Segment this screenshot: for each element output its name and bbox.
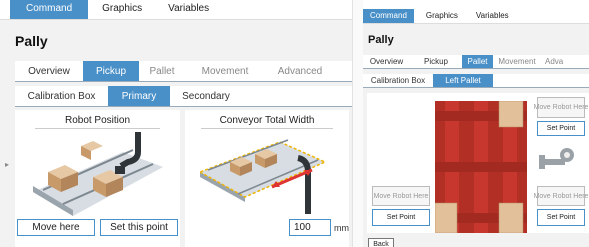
tab-variables[interactable]: Variables	[470, 9, 515, 23]
robot-position-card: Robot Position Move here Set this point	[15, 110, 180, 247]
card-divider	[201, 128, 333, 129]
set-point-button-bottom-left[interactable]: Set Point	[372, 209, 430, 226]
move-robot-here-button-bottom-left[interactable]: Move Robot Here	[372, 186, 430, 206]
robot-picking-illustration	[33, 132, 163, 216]
conveyor-width-card: Conveyor Total Width 100 mm	[185, 110, 349, 247]
sub-tab-bar: Calibration Box Primary Secondary	[15, 86, 352, 107]
tab-secondary[interactable]: Secondary	[170, 86, 242, 106]
panel-divider	[352, 0, 363, 247]
conveyor-width-input[interactable]: 100	[289, 219, 331, 236]
conveyor-illustration	[200, 139, 327, 214]
set-point-button-top-right[interactable]: Set Point	[537, 121, 585, 136]
tab-left-pallet[interactable]: Left Pallet	[433, 74, 493, 87]
top-tab-bar: Command Graphics Variables	[0, 0, 352, 20]
card-divider	[35, 128, 160, 129]
move-robot-here-button-top-right[interactable]: Move Robot Here	[534, 97, 588, 118]
sub-tab-bar: Calibration Box Left Pallet	[363, 74, 589, 88]
tab-primary[interactable]: Primary	[108, 86, 170, 106]
tab-pallet[interactable]: Pallet	[139, 61, 185, 81]
top-tab-bar: Command Graphics Variables	[363, 0, 589, 24]
left-panel: Command Graphics Variables Pally Overvie…	[0, 0, 352, 247]
tab-overview[interactable]: Overview	[363, 55, 410, 68]
tab-command[interactable]: Command	[363, 9, 414, 23]
set-this-point-button[interactable]: Set this point	[100, 219, 178, 236]
robot-arm-icon	[539, 148, 574, 169]
tab-variables[interactable]: Variables	[156, 0, 221, 19]
move-robot-here-button-bottom-right[interactable]: Move Robot Here	[534, 186, 588, 206]
tab-pickup[interactable]: Pickup	[410, 55, 462, 68]
back-button[interactable]: Back	[368, 238, 394, 247]
page-title: Pally	[15, 33, 48, 49]
pallet-illustration	[435, 101, 527, 233]
tab-advanced[interactable]: Adva	[541, 55, 571, 68]
tab-calibration-box[interactable]: Calibration Box	[363, 74, 433, 87]
pallet-card: Move Robot Here Set Point Move Robot Her…	[367, 93, 589, 233]
tab-movement[interactable]: Movement	[185, 61, 265, 81]
unit-label: mm	[334, 223, 349, 233]
right-panel: Command Graphics Variables Pally Overvie…	[363, 0, 589, 247]
main-tab-bar: Overview Pickup Pallet Movement Adva	[363, 55, 589, 69]
page-title: Pally	[368, 34, 394, 46]
set-point-button-bottom-right[interactable]: Set Point	[537, 209, 585, 226]
tab-pallet[interactable]: Pallet	[462, 55, 493, 68]
tab-advanced[interactable]: Advanced	[265, 61, 335, 81]
tab-overview[interactable]: Overview	[15, 61, 83, 81]
collapse-arrow-icon[interactable]: ▸	[5, 160, 9, 169]
tab-pickup[interactable]: Pickup	[83, 61, 139, 81]
robot-position-title: Robot Position	[64, 115, 131, 126]
conveyor-width-title: Conveyor Total Width	[219, 115, 315, 126]
tab-graphics[interactable]: Graphics	[414, 9, 470, 23]
tab-movement[interactable]: Movement	[493, 55, 541, 68]
tab-calibration-box[interactable]: Calibration Box	[15, 86, 108, 106]
tab-graphics[interactable]: Graphics	[88, 0, 156, 19]
main-tab-bar: Overview Pickup Pallet Movement Advanced	[15, 61, 352, 82]
move-here-button[interactable]: Move here	[17, 219, 95, 236]
tab-command[interactable]: Command	[10, 0, 89, 19]
